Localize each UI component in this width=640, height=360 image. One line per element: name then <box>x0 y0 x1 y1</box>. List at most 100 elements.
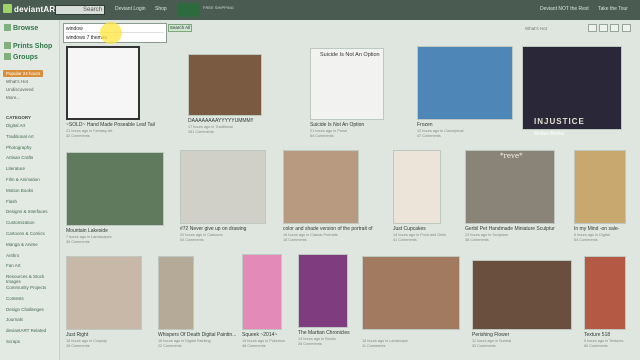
sidebar-category-item[interactable]: Cartoons & Comics <box>6 231 45 236</box>
results-grid: ~SOLD~ Hand Made Poseable Leaf Tail Guar… <box>62 38 640 360</box>
sidebar-browse-label: Browse <box>13 25 39 32</box>
injustice-overlay-text: INJUSTICE <box>534 117 585 126</box>
deviation-stats: 48 Comments <box>242 344 266 348</box>
deviation-title[interactable]: Suicide Is Not An Option <box>310 122 400 128</box>
sidebar-browse[interactable]: Browse <box>4 24 38 32</box>
sidebar-category-item[interactable]: Community Projects <box>6 285 46 290</box>
free-shipping-badge[interactable] <box>178 3 200 17</box>
deviation-title[interactable]: Frozen <box>417 122 513 128</box>
deviation-meta: 11 hours ago in Surreal <box>472 339 512 343</box>
sidebar-item-more[interactable]: More... <box>6 95 20 100</box>
deviation-image[interactable] <box>180 150 266 224</box>
deviation-image[interactable] <box>584 256 626 330</box>
sidebar-category-item[interactable]: Digital Art <box>6 123 25 128</box>
sidebar-category-item[interactable]: Artisan Crafts <box>6 155 33 160</box>
deviation-stats: 33 Comments <box>472 344 496 348</box>
sidebar-groups[interactable]: Groups <box>4 53 38 61</box>
sidebar-category-item[interactable]: Scraps <box>6 339 20 344</box>
sidebar-popular-label: Popular 24 hours <box>6 71 41 76</box>
deviation-meta: 18 hours ago in Cosplay <box>66 339 107 343</box>
deviation-title[interactable]: Just Right <box>66 332 156 338</box>
deviation-image[interactable] <box>417 46 513 120</box>
deviation-image[interactable] <box>574 150 626 224</box>
deviation-image[interactable] <box>188 54 262 116</box>
deviation-image[interactable] <box>465 150 555 224</box>
sidebar-category-item[interactable]: Fan Art <box>6 263 21 268</box>
deviation-title[interactable]: In my Mind -on sale- <box>574 226 640 232</box>
free-shipping-text: FREE SHIPPING <box>203 5 234 10</box>
deviation-image[interactable] <box>298 254 348 328</box>
sidebar-category-item[interactable]: Anthro <box>6 253 19 258</box>
deviation-title[interactable]: color and shade version of the portrait … <box>283 226 373 232</box>
search-all-button[interactable]: Search All <box>168 24 192 32</box>
deviation-title[interactable]: The Martian Chronicles <box>298 330 388 336</box>
top-search-input[interactable]: Search <box>55 5 105 15</box>
sidebar-category-item[interactable]: Film & Animation <box>6 177 40 182</box>
sidebar-item-whats-hot[interactable]: What's Hot <box>6 79 28 84</box>
deviation-stats: 41 Comments <box>393 238 417 242</box>
deviation-meta: 21 hours ago in Fantasy Art <box>66 129 113 133</box>
top-search-button[interactable]: Search <box>83 7 102 13</box>
deviation-image[interactable] <box>472 260 572 330</box>
sidebar-item-undiscovered[interactable]: Undiscovered <box>6 87 34 92</box>
deviation-title[interactable]: #72 Never give up on drawing <box>180 226 270 232</box>
deviation-meta: 19 hours ago in Pokemon <box>242 339 286 343</box>
deviation-stats: 281 Comments <box>188 130 214 134</box>
sidebar-category-item[interactable]: Flash <box>6 199 17 204</box>
deviation-image[interactable] <box>66 46 140 120</box>
deviation-meta: 17 hours ago in Traditional <box>188 125 233 129</box>
deviation-title[interactable]: Perishing Flower <box>472 332 572 338</box>
deviation-image[interactable] <box>362 256 460 330</box>
deviation-image[interactable] <box>283 150 359 224</box>
deviation-stats: 11 Comments <box>362 344 386 348</box>
nav-login[interactable]: Deviant Login <box>115 6 146 12</box>
sidebar-category-item[interactable]: Photography <box>6 145 32 150</box>
deviation-title[interactable]: Gerbil Pet Handmade Miniature Sculpture <box>465 226 555 232</box>
motion-books-label: Motion Books <box>534 131 565 137</box>
sidebar-category-item[interactable]: Motion Books <box>6 188 33 193</box>
deviation-meta: 12 hours ago in Conceptual <box>417 129 464 133</box>
sidebar-category-item[interactable]: deviantART Related <box>6 328 46 333</box>
sidebar-groups-label: Groups <box>13 54 38 61</box>
view-grid-button[interactable] <box>588 24 597 32</box>
nav-deviant[interactable]: Deviant NOT the Rest <box>540 6 589 12</box>
view-list-button[interactable] <box>599 24 608 32</box>
sidebar-category-item[interactable]: Designs & Interfaces <box>6 209 48 214</box>
deviation-title[interactable]: Texture 518 <box>584 332 640 338</box>
nav-take-tour[interactable]: Take the Tour <box>598 6 628 12</box>
sidebar-category-item[interactable]: Manga & Anime <box>6 242 38 247</box>
deviation-title[interactable]: DAAAAAAAAYYYYYUMMM!! <box>188 118 278 124</box>
deviation-meta: 6 hours ago in Digital <box>574 233 610 237</box>
view-tile-button[interactable] <box>610 24 619 32</box>
nav-shop[interactable]: Shop <box>155 6 167 12</box>
deviation-image[interactable] <box>310 48 384 120</box>
groups-icon <box>4 53 11 60</box>
deviation-image[interactable] <box>242 254 282 330</box>
deviation-image[interactable] <box>393 150 441 224</box>
deviation-stats: 35 Comments <box>66 240 90 244</box>
deviation-title[interactable]: Mountain Lakeside <box>66 228 164 234</box>
deviation-image[interactable] <box>66 256 142 330</box>
deviation-stats: 60 Comments <box>584 344 608 348</box>
deviation-title[interactable]: Whispers Of Death Digital Paintin... <box>158 332 248 338</box>
deviation-stats: 18 Comments <box>283 238 307 242</box>
deviation-title[interactable]: ~SOLD~ Hand Made Poseable Leaf Tail Guar… <box>66 122 156 128</box>
deviation-meta: 18 hours ago in Landscape <box>362 339 408 343</box>
sidebar-category-item[interactable]: Design Challenges <box>6 307 44 312</box>
whats-hot-label[interactable]: What's Hot <box>525 26 547 31</box>
top-bar: deviantART Search Deviant Login Shop FRE… <box>0 0 640 20</box>
deviation-stats: 38 Comments <box>465 238 489 242</box>
deviation-meta: 9 hours ago in Textures <box>584 339 624 343</box>
view-settings-button[interactable] <box>622 24 631 32</box>
deviation-image[interactable] <box>66 152 164 226</box>
sidebar-prints-shop[interactable]: Prints Shop <box>4 42 52 50</box>
sidebar-category-item[interactable]: Contests <box>6 296 24 301</box>
sidebar-category-item[interactable]: Literature <box>6 166 25 171</box>
deviantart-logo[interactable]: deviantART <box>3 4 60 14</box>
deviation-image[interactable] <box>158 256 194 330</box>
sidebar-category-item[interactable]: Journals <box>6 317 23 322</box>
sidebar-category-item[interactable]: Customization <box>6 220 35 225</box>
category-heading: CATEGORY <box>6 115 32 120</box>
sidebar-category-item[interactable]: Resources & Stock Images <box>6 274 59 284</box>
sidebar-category-item[interactable]: Traditional Art <box>6 134 34 139</box>
